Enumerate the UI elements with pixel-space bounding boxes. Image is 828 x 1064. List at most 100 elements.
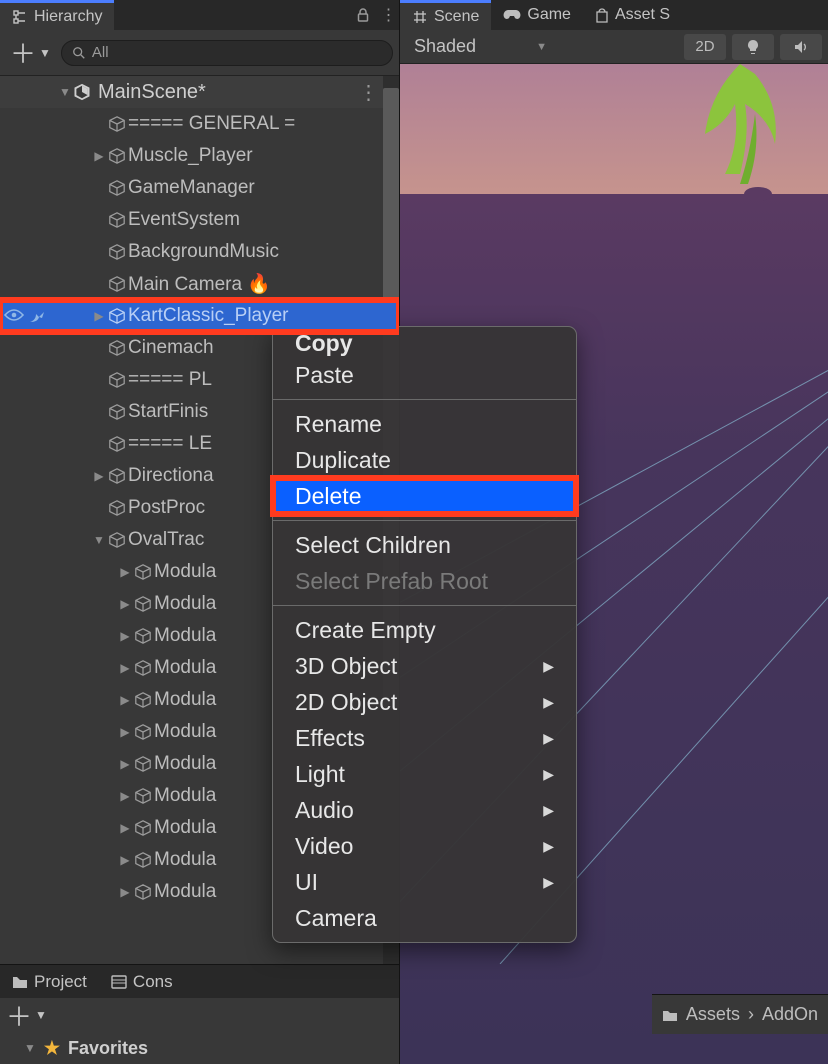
gameobject-icon xyxy=(106,499,128,517)
expand-toggle[interactable]: ▶ xyxy=(92,469,106,483)
assets-breadcrumb[interactable]: Assets › AddOn xyxy=(652,994,828,1034)
folder-icon xyxy=(12,975,28,989)
hierarchy-item-label: ===== GENERAL = xyxy=(128,113,295,135)
expand-toggle[interactable]: ▶ xyxy=(118,565,132,579)
console-tab[interactable]: Cons xyxy=(99,967,185,997)
gameobject-icon xyxy=(106,275,128,293)
context-menu-item[interactable]: Create Empty xyxy=(273,612,576,648)
project-create-dropdown[interactable]: ＋▼ xyxy=(0,998,399,1032)
hierarchy-item[interactable]: BackgroundMusic xyxy=(0,236,399,268)
gameobject-icon xyxy=(106,243,128,261)
context-menu-item: Select Prefab Root xyxy=(273,563,576,599)
context-menu-item[interactable]: Audio xyxy=(273,792,576,828)
context-menu-item-label: Select Children xyxy=(295,532,451,559)
gameobject-icon xyxy=(106,115,128,133)
expand-toggle[interactable]: ▼ xyxy=(24,1041,36,1055)
gameobject-icon xyxy=(132,819,154,837)
expand-toggle[interactable]: ▶ xyxy=(118,757,132,771)
star-icon: ★ xyxy=(44,1038,60,1059)
context-menu-item-label: Duplicate xyxy=(295,447,391,474)
visibility-icons[interactable] xyxy=(4,308,46,324)
breadcrumb-root[interactable]: Assets xyxy=(686,1004,740,1025)
hierarchy-tab-bar: Hierarchy ⋮ xyxy=(0,0,399,30)
context-menu-item[interactable]: Select Children xyxy=(273,527,576,563)
expand-toggle[interactable]: ▶ xyxy=(118,693,132,707)
toggle-2d-button[interactable]: 2D xyxy=(684,34,726,60)
gameobject-icon xyxy=(132,659,154,677)
scene-row[interactable]: ▼ MainScene* ⋮ xyxy=(0,76,399,108)
gameobject-icon xyxy=(106,147,128,165)
expand-toggle[interactable]: ▶ xyxy=(118,821,132,835)
hierarchy-tab-label: Hierarchy xyxy=(34,8,102,26)
context-menu-item[interactable]: Delete xyxy=(273,478,576,514)
expand-toggle[interactable]: ▶ xyxy=(118,789,132,803)
hierarchy-item-label: GameManager xyxy=(128,177,255,199)
hierarchy-item-label: Modula xyxy=(154,625,216,647)
hierarchy-item-label: ===== LE xyxy=(128,433,212,455)
create-dropdown[interactable]: ＋▼ xyxy=(6,34,55,71)
lock-icon[interactable] xyxy=(351,7,375,23)
breadcrumb-next[interactable]: AddOn xyxy=(762,1004,818,1025)
hierarchy-item[interactable]: GameManager xyxy=(0,172,399,204)
gameobject-icon xyxy=(106,467,128,485)
context-menu-item[interactable]: 2D Object xyxy=(273,684,576,720)
gameobject-icon xyxy=(132,627,154,645)
context-menu-item[interactable]: Camera xyxy=(273,900,576,936)
context-menu-item[interactable]: Paste xyxy=(273,357,576,393)
context-menu-item[interactable]: 3D Object xyxy=(273,648,576,684)
scene-menu-icon[interactable]: ⋮ xyxy=(355,80,379,105)
hierarchy-item[interactable]: ===== GENERAL = xyxy=(0,108,399,140)
hierarchy-item-label: Modula xyxy=(154,849,216,871)
context-menu[interactable]: Copy Paste Rename Duplicate Delete Select Chi… xyxy=(272,326,577,943)
audio-toggle[interactable] xyxy=(780,34,822,60)
gameobject-icon xyxy=(106,307,128,325)
context-menu-item[interactable]: Rename xyxy=(273,406,576,442)
context-menu-separator xyxy=(273,605,576,606)
expand-toggle[interactable]: ▶ xyxy=(92,309,106,323)
asset-store-tab[interactable]: Asset S xyxy=(583,0,682,30)
expand-toggle[interactable]: ▼ xyxy=(58,85,72,99)
expand-toggle[interactable]: ▶ xyxy=(118,853,132,867)
project-tab[interactable]: Project xyxy=(0,967,99,997)
context-menu-item[interactable]: Light xyxy=(273,756,576,792)
gameobject-icon xyxy=(106,179,128,197)
scene-tab[interactable]: Scene xyxy=(400,0,491,30)
hierarchy-item[interactable]: ▶ KartClassic_Player xyxy=(0,300,399,332)
context-menu-item-label: Effects xyxy=(295,725,365,752)
hierarchy-toolbar: ＋▼ All xyxy=(0,30,399,76)
expand-toggle[interactable]: ▶ xyxy=(118,597,132,611)
hierarchy-item-label: Muscle_Player xyxy=(128,145,253,167)
hierarchy-item-label: Modula xyxy=(154,817,216,839)
hierarchy-item[interactable]: Main Camera 🔥 xyxy=(0,268,399,300)
gamepad-icon xyxy=(503,8,521,22)
hierarchy-item[interactable]: ▶ Muscle_Player xyxy=(0,140,399,172)
scene-tab-bar: Scene Game Asset S xyxy=(400,0,828,30)
context-menu-item-label: Paste xyxy=(295,362,354,389)
hierarchy-search[interactable]: All xyxy=(61,40,393,66)
shading-label: Shaded xyxy=(414,36,476,57)
shading-dropdown[interactable]: Shaded ▼ xyxy=(406,36,555,57)
context-menu-item[interactable]: Duplicate xyxy=(273,442,576,478)
asset-store-tab-label: Asset S xyxy=(615,6,670,24)
game-tab[interactable]: Game xyxy=(491,0,583,30)
hierarchy-item-label: Cinemach xyxy=(128,337,214,359)
panel-menu-icon[interactable]: ⋮ xyxy=(375,5,399,25)
hierarchy-item-label: Modula xyxy=(154,561,216,583)
unity-logo-icon xyxy=(72,82,92,102)
hierarchy-tab[interactable]: Hierarchy xyxy=(0,0,114,30)
expand-toggle[interactable]: ▶ xyxy=(118,661,132,675)
expand-toggle[interactable]: ▼ xyxy=(92,533,106,547)
expand-toggle[interactable]: ▶ xyxy=(118,885,132,899)
context-menu-item[interactable]: Effects xyxy=(273,720,576,756)
lighting-toggle[interactable] xyxy=(732,34,774,60)
context-menu-item[interactable]: Video xyxy=(273,828,576,864)
context-menu-item[interactable]: UI xyxy=(273,864,576,900)
expand-toggle[interactable]: ▶ xyxy=(118,629,132,643)
context-menu-item[interactable]: Copy xyxy=(273,333,576,357)
hierarchy-item[interactable]: EventSystem xyxy=(0,204,399,236)
hierarchy-item-label: KartClassic_Player xyxy=(128,305,289,327)
gameobject-icon xyxy=(106,211,128,229)
expand-toggle[interactable]: ▶ xyxy=(118,725,132,739)
favorites-row[interactable]: ▼ ★ Favorites xyxy=(0,1032,399,1064)
expand-toggle[interactable]: ▶ xyxy=(92,149,106,163)
